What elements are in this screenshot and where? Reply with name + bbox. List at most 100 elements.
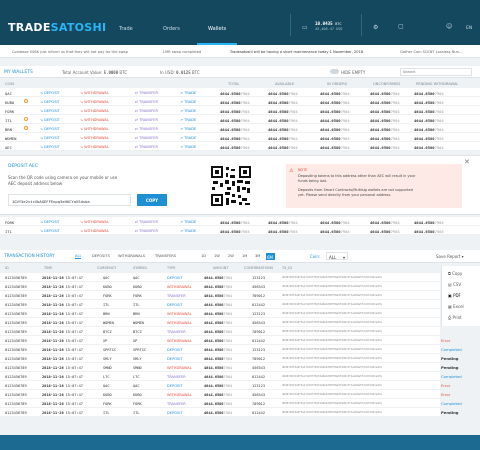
user-icon[interactable]: ☺	[446, 23, 452, 30]
deposit-button[interactable]: ↘ DEPOSIT	[40, 220, 60, 224]
tx-hash[interactable]: d6d07d674d2f5a17e597f0d7da6b4d30f58a9fdd…	[282, 393, 432, 396]
copy-address-button[interactable]: COPY	[137, 194, 167, 206]
announcement-3[interactable]: Tradesatoshi will be having a short main…	[230, 50, 363, 54]
wallet-row[interactable]: ITL ↘ DEPOSIT ↘ WITHDRAWAL ⇄ TRANSFER ↗ TRAD…	[0, 115, 480, 124]
transfer-button[interactable]: ⇄ TRANSFER	[135, 118, 158, 122]
pdf-option[interactable]: ▣ PDF	[448, 293, 461, 298]
col-id[interactable]: ID	[5, 266, 9, 270]
wallet-row[interactable]: BRN ↘ DEPOSIT ↘ WITHDRAWAL ⇄ TRANSFER ↗ TRAD…	[0, 124, 480, 133]
trade-button[interactable]: ↗ TRADE	[180, 109, 196, 113]
transfer-button[interactable]: ⇄ TRANSFER	[135, 100, 158, 104]
filter-deposits[interactable]: DEPOSITS	[92, 254, 110, 258]
history-row[interactable]: 0123456789 2018-11-26 15:07:47 SPRTSC SPRTSC…	[0, 345, 440, 354]
tx-hash[interactable]: d6d07d674d2f5a17e597f0d7da6b4d30f58a9fdd…	[282, 276, 432, 279]
wallet-row[interactable]: AEC ↘ DEPOSIT ↘ WITHDRAWAL ⇄ TRANSFER ↗ TRAD…	[0, 142, 480, 151]
transfer-button[interactable]: ⇄ TRANSFER	[135, 136, 158, 140]
period-3m[interactable]: 3M	[255, 254, 260, 258]
deposit-address-field[interactable]: 1GVY5e2vtcSbAGEFFEnpq3eHUCYaVSdsba	[8, 194, 131, 206]
announcement-4[interactable]: Gather Coin SCENT Lossless Nun...	[400, 50, 462, 54]
transfer-button[interactable]: ⇄ TRANSFER	[135, 229, 158, 233]
history-row[interactable]: 0123456789 2018-11-26 15:07:47 ITL ITL DEPOSI…	[0, 300, 440, 309]
col-symbol[interactable]: SYMBOL	[133, 266, 147, 270]
transfer-button[interactable]: ⇄ TRANSFER	[135, 127, 158, 131]
deposit-button[interactable]: ↘ DEPOSIT	[40, 100, 60, 104]
deposit-button[interactable]: ↘ DEPOSIT	[40, 136, 60, 140]
history-row[interactable]: 0123456789 2018-11-26 15:07:47 FORK FORK TRAN…	[0, 399, 440, 408]
history-row[interactable]: 0123456789 2018-11-26 15:07:47 ITL ITL DEPOSI…	[0, 408, 440, 417]
withdrawal-button[interactable]: ↘ WITHDRAWAL	[80, 118, 109, 122]
trade-button[interactable]: ↗ TRADE	[180, 91, 196, 95]
withdrawal-button[interactable]: ↘ WITHDRAWAL	[80, 100, 109, 104]
tx-hash[interactable]: d6d07d674d2f5a17e597f0d7da6b4d30f58a9fdd…	[282, 384, 432, 387]
announcement-1[interactable]: Coinbase SSBK just inform us that they w…	[12, 50, 128, 54]
wallet-row[interactable]: FORK ↘ DEPOSIT ↘ WITHDRAWAL ⇄ TRANSFER ↗ TRA…	[0, 106, 480, 115]
history-row[interactable]: 0123456789 2018-11-26 15:07:47 SMLY SMLY DEPO…	[0, 354, 440, 363]
excel-option[interactable]: ▦ Excel	[448, 304, 464, 309]
deposit-button[interactable]: ↘ DEPOSIT	[40, 127, 60, 131]
tx-hash[interactable]: d6d07d674d2f5a17e597f0d7da6b4d30f58a9fdd…	[282, 303, 432, 306]
tx-hash[interactable]: d6d07d674d2f5a17e597f0d7da6b4d30f58a9fdd…	[282, 411, 432, 414]
col-available[interactable]: AVAILABLE	[275, 82, 294, 86]
tx-hash[interactable]: d6d07d674d2f5a17e597f0d7da6b4d30f58a9fdd…	[282, 348, 432, 351]
wallet-row[interactable]: ITL ↘ DEPOSIT ↘ WITHDRAWAL ⇄ TRANSFER ↗ TRAD…	[0, 226, 480, 235]
tx-hash[interactable]: d6d07d674d2f5a17e597f0d7da6b4d30f58a9fdd…	[282, 294, 432, 297]
hide-empty-toggle[interactable]	[330, 69, 339, 74]
deposit-button[interactable]: ↘ DEPOSIT	[40, 229, 60, 233]
transfer-button[interactable]: ⇄ TRANSFER	[135, 220, 158, 224]
withdrawal-button[interactable]: ↘ WITHDRAWAL	[80, 220, 109, 224]
tx-hash[interactable]: d6d07d674d2f5a17e597f0d7da6b4d30f58a9fdd…	[282, 375, 432, 378]
period-1d[interactable]: 1D	[201, 254, 206, 258]
csv-option[interactable]: ▤ CSV	[448, 282, 461, 287]
trade-button[interactable]: ↗ TRADE	[180, 220, 196, 224]
trade-button[interactable]: ↗ TRADE	[180, 100, 196, 104]
save-report-button[interactable]: Save Report ▾	[436, 254, 464, 259]
period-2w[interactable]: 2W	[228, 254, 234, 258]
tx-hash[interactable]: d6d07d674d2f5a17e597f0d7da6b4d30f58a9fdd…	[282, 285, 432, 288]
trade-button[interactable]: ↗ TRADE	[180, 145, 196, 149]
wallet-row[interactable]: QAC ↘ DEPOSIT ↘ WITHDRAWAL ⇄ TRANSFER ↗ TRAD…	[0, 88, 480, 97]
nav-trade[interactable]: Trade	[119, 26, 133, 32]
trade-button[interactable]: ↗ TRADE	[180, 229, 196, 233]
tx-hash[interactable]: d6d07d674d2f5a17e597f0d7da6b4d30f58a9fdd…	[282, 339, 432, 342]
copy-option[interactable]: ⧉ Copy	[448, 271, 462, 276]
history-row[interactable]: 0123456789 2018-11-26 15:07:47 XP XP WITHDRAW…	[0, 336, 440, 345]
filter-all[interactable]: ALL	[75, 254, 82, 259]
history-row[interactable]: 0123456789 2018-11-26 15:07:47 QAC QAC DEPOSI…	[0, 273, 440, 282]
col-amount[interactable]: AMOUNT	[213, 266, 229, 270]
history-row[interactable]: 0123456789 2018-11-26 15:07:47 BRN BRN WITHDR…	[0, 309, 440, 318]
language-select[interactable]: EN	[466, 26, 472, 31]
history-row[interactable]: 0123456789 2018-11-26 15:07:47 SMND SMND WITH…	[0, 363, 440, 372]
col-time[interactable]: TIME	[44, 266, 52, 270]
history-row[interactable]: 0123456789 2018-11-26 15:07:47 WOMEN WOMEN WI…	[0, 318, 440, 327]
nav-orders[interactable]: Orders	[163, 26, 180, 32]
nav-wallets[interactable]: Wallets	[208, 26, 226, 32]
tx-hash[interactable]: d6d07d674d2f5a17e597f0d7da6b4d30f58a9fdd…	[282, 366, 432, 369]
deposit-button[interactable]: ↘ DEPOSIT	[40, 109, 60, 113]
withdrawal-button[interactable]: ↘ WITHDRAWAL	[80, 91, 109, 95]
col-txid[interactable]: TX_ID	[282, 266, 292, 270]
filter-transfers[interactable]: TRANSFERS	[155, 254, 176, 258]
tx-hash[interactable]: d6d07d674d2f5a17e597f0d7da6b4d30f58a9fdd…	[282, 357, 432, 360]
announcement-2[interactable]: LMR swap completed	[163, 50, 201, 54]
withdrawal-button[interactable]: ↘ WITHDRAWAL	[80, 127, 109, 131]
history-row[interactable]: 0123456789 2018-11-26 15:07:47 KUBO KUBO WITH…	[0, 282, 440, 291]
history-row[interactable]: 0123456789 2018-11-26 15:07:47 BTCZ BTCZ TRAN…	[0, 327, 440, 336]
deposit-button[interactable]: ↘ DEPOSIT	[40, 118, 60, 122]
history-row[interactable]: 0123456789 2018-11-26 15:07:47 LTC LTC TRANSF…	[0, 372, 440, 381]
wallet-search-input[interactable]	[400, 68, 472, 76]
history-row[interactable]: 0123456789 2018-11-26 15:07:47 FORK FORK TRAN…	[0, 291, 440, 300]
tx-hash[interactable]: d6d07d674d2f5a17e597f0d7da6b4d30f58a9fdd…	[282, 330, 432, 333]
transfer-button[interactable]: ⇄ TRANSFER	[135, 109, 158, 113]
history-row[interactable]: 0123456789 2018-11-26 15:07:47 KUBO KUBO WITH…	[0, 390, 440, 399]
coin-filter-select[interactable]: ALL ▾	[326, 252, 348, 260]
logo[interactable]: TRADESATOSHI	[8, 21, 106, 34]
transfer-button[interactable]: ⇄ TRANSFER	[135, 145, 158, 149]
withdrawal-button[interactable]: ↘ WITHDRAWAL	[80, 229, 109, 233]
tx-hash[interactable]: d6d07d674d2f5a17e597f0d7da6b4d30f58a9fdd…	[282, 312, 432, 315]
col-coin[interactable]: COIN	[5, 82, 14, 86]
history-row[interactable]: 0123456789 2018-11-26 15:07:47 QAC QAC DEPOSI…	[0, 381, 440, 390]
trade-button[interactable]: ↗ TRADE	[180, 127, 196, 131]
tx-hash[interactable]: d6d07d674d2f5a17e597f0d7da6b4d30f58a9fdd…	[282, 402, 432, 405]
print-option[interactable]: ⎙ Print	[448, 315, 462, 320]
close-icon[interactable]: ✕	[464, 158, 470, 166]
